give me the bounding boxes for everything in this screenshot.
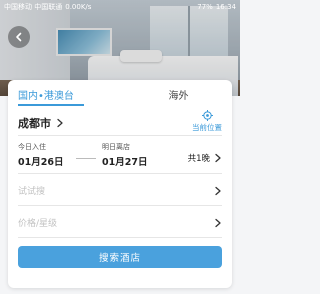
- keyword-search-field[interactable]: 试试搜: [18, 176, 222, 206]
- checkout-date: 01月27日: [102, 157, 148, 168]
- current-location-button[interactable]: 当前位置: [192, 110, 222, 133]
- locate-icon: [201, 110, 213, 121]
- nights-count[interactable]: 共1晚: [188, 152, 222, 164]
- price-star-placeholder: 价格/星级: [18, 219, 58, 229]
- date-separator: [76, 158, 96, 159]
- chevron-right-icon: [215, 153, 221, 163]
- nights-label: 共1晚: [187, 154, 210, 164]
- city-row[interactable]: 成都市 当前位置: [18, 110, 222, 136]
- back-button[interactable]: [8, 26, 30, 48]
- price-star-filter[interactable]: 价格/星级: [18, 208, 222, 238]
- network-speed: 0.00K/s: [65, 3, 92, 11]
- tab-domestic-label: 国内•港澳台: [18, 90, 74, 102]
- current-location-label: 当前位置: [192, 123, 222, 132]
- region-tabs: 国内•港澳台 海外: [8, 80, 232, 108]
- carrier-text: 中国移动 中国联通: [4, 3, 63, 11]
- tab-overseas[interactable]: 海外: [125, 80, 232, 108]
- dates-row[interactable]: 今日入住 01月26日 明日离店 01月27日 共1晚: [18, 140, 222, 174]
- clock: 16:34: [215, 3, 236, 11]
- checkout-date-picker[interactable]: 明日离店 01月27日: [102, 140, 147, 168]
- checkin-date: 01月26日: [18, 157, 64, 168]
- search-hotels-label: 搜索酒店: [98, 253, 141, 264]
- search-card: 国内•港澳台 海外 成都市 当前位置 今日入住 01月26日 明日离店 01月2…: [8, 80, 232, 288]
- tab-overseas-label: 海外: [168, 90, 189, 102]
- chevron-right-icon: [57, 118, 63, 127]
- chevron-right-icon: [215, 186, 221, 196]
- checkin-label: 今日入住: [18, 143, 46, 151]
- status-bar: 中国移动 中国联通 0.00K/s 77% 16:34: [0, 0, 240, 14]
- battery-percent: 77%: [197, 3, 213, 11]
- chevron-right-icon: [215, 218, 221, 228]
- active-tab-indicator: [18, 104, 84, 106]
- checkin-date-picker[interactable]: 今日入住 01月26日: [18, 140, 63, 168]
- search-hotels-button[interactable]: 搜索酒店: [18, 246, 222, 268]
- hotel-search-screen: 中国移动 中国联通 0.00K/s 77% 16:34 国内•港澳台 海外 成都…: [0, 0, 240, 294]
- checkout-label: 明日离店: [102, 143, 130, 151]
- chevron-left-icon: [16, 32, 22, 42]
- city-name: 成都市: [18, 116, 51, 130]
- keyword-placeholder: 试试搜: [18, 187, 46, 197]
